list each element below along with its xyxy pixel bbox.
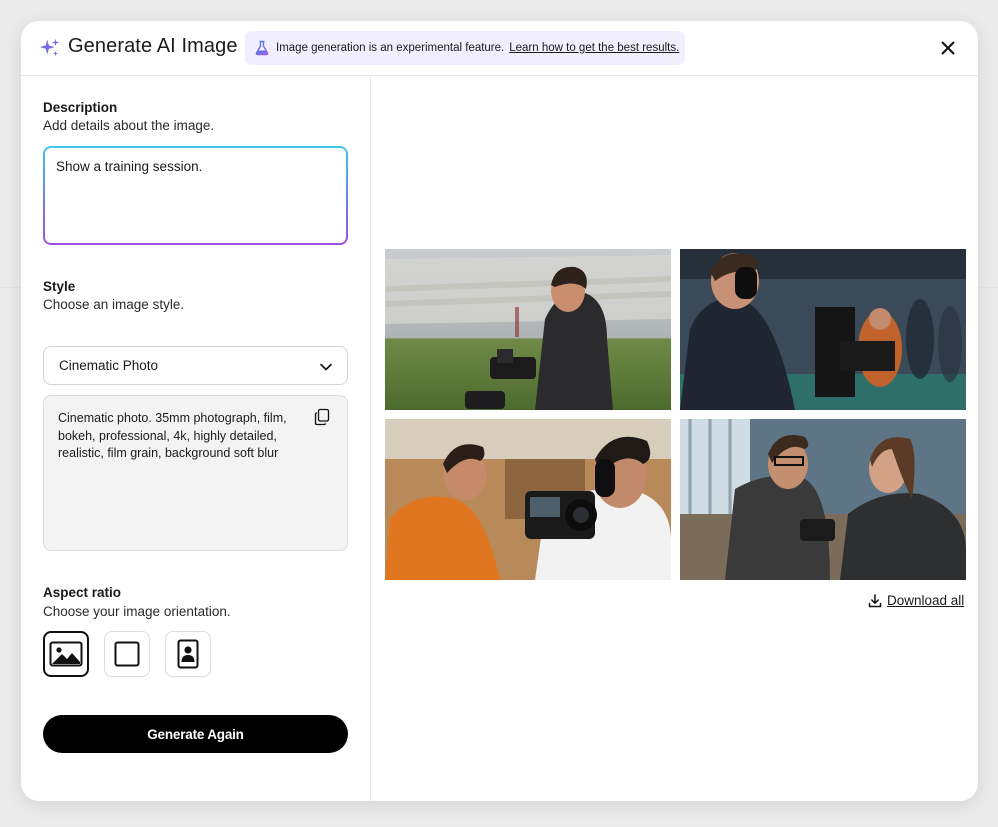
experimental-banner: Image generation is an experimental feat…	[245, 31, 685, 65]
chevron-down-icon	[320, 363, 332, 371]
description-helper: Add details about the image.	[43, 118, 215, 133]
aspect-portrait-button[interactable]	[165, 631, 211, 677]
dialog-header: Generate AI Image Image generation is an…	[21, 21, 978, 76]
generated-image-2[interactable]	[680, 249, 966, 410]
style-select[interactable]: Cinematic Photo	[43, 346, 348, 385]
generated-image-1[interactable]	[385, 249, 671, 410]
download-icon	[868, 593, 882, 607]
sparkle-icon	[39, 38, 60, 57]
aspect-ratio-helper: Choose your image orientation.	[43, 604, 231, 619]
description-label: Description	[43, 100, 118, 115]
banner-text: Image generation is an experimental feat…	[276, 42, 505, 54]
aspect-square-button[interactable]	[104, 631, 150, 677]
best-results-link[interactable]: Learn how to get the best results.	[509, 42, 679, 54]
close-button[interactable]	[936, 36, 960, 60]
style-prompt-text: Cinematic photo. 35mm photograph, film, …	[58, 411, 287, 460]
dialog-title: Generate AI Image	[68, 35, 238, 57]
landscape-icon	[49, 641, 83, 667]
square-icon	[114, 641, 140, 667]
aspect-ratio-label: Aspect ratio	[43, 585, 122, 600]
style-label: Style	[43, 279, 76, 294]
generated-image-3[interactable]	[385, 419, 671, 580]
settings-panel: Description Add details about the image.…	[21, 77, 371, 801]
style-select-value: Cinematic Photo	[59, 358, 159, 373]
download-all-label: Download all	[887, 593, 965, 608]
close-icon	[941, 41, 955, 55]
copy-icon[interactable]	[313, 408, 331, 426]
aspect-ratio-options	[43, 631, 211, 677]
generate-again-button[interactable]: Generate Again	[43, 715, 348, 753]
flask-icon	[255, 40, 269, 56]
style-prompt-box: Cinematic photo. 35mm photograph, film, …	[43, 395, 348, 551]
generate-image-dialog: Generate AI Image Image generation is an…	[21, 21, 978, 801]
portrait-icon	[177, 639, 199, 669]
style-helper: Choose an image style.	[43, 297, 185, 312]
description-input[interactable]: Show a training session.	[43, 146, 348, 245]
download-all-button[interactable]: Download all	[868, 593, 964, 608]
generated-image-4[interactable]	[680, 419, 966, 580]
aspect-landscape-button[interactable]	[43, 631, 89, 677]
results-panel: Download all	[372, 77, 978, 801]
